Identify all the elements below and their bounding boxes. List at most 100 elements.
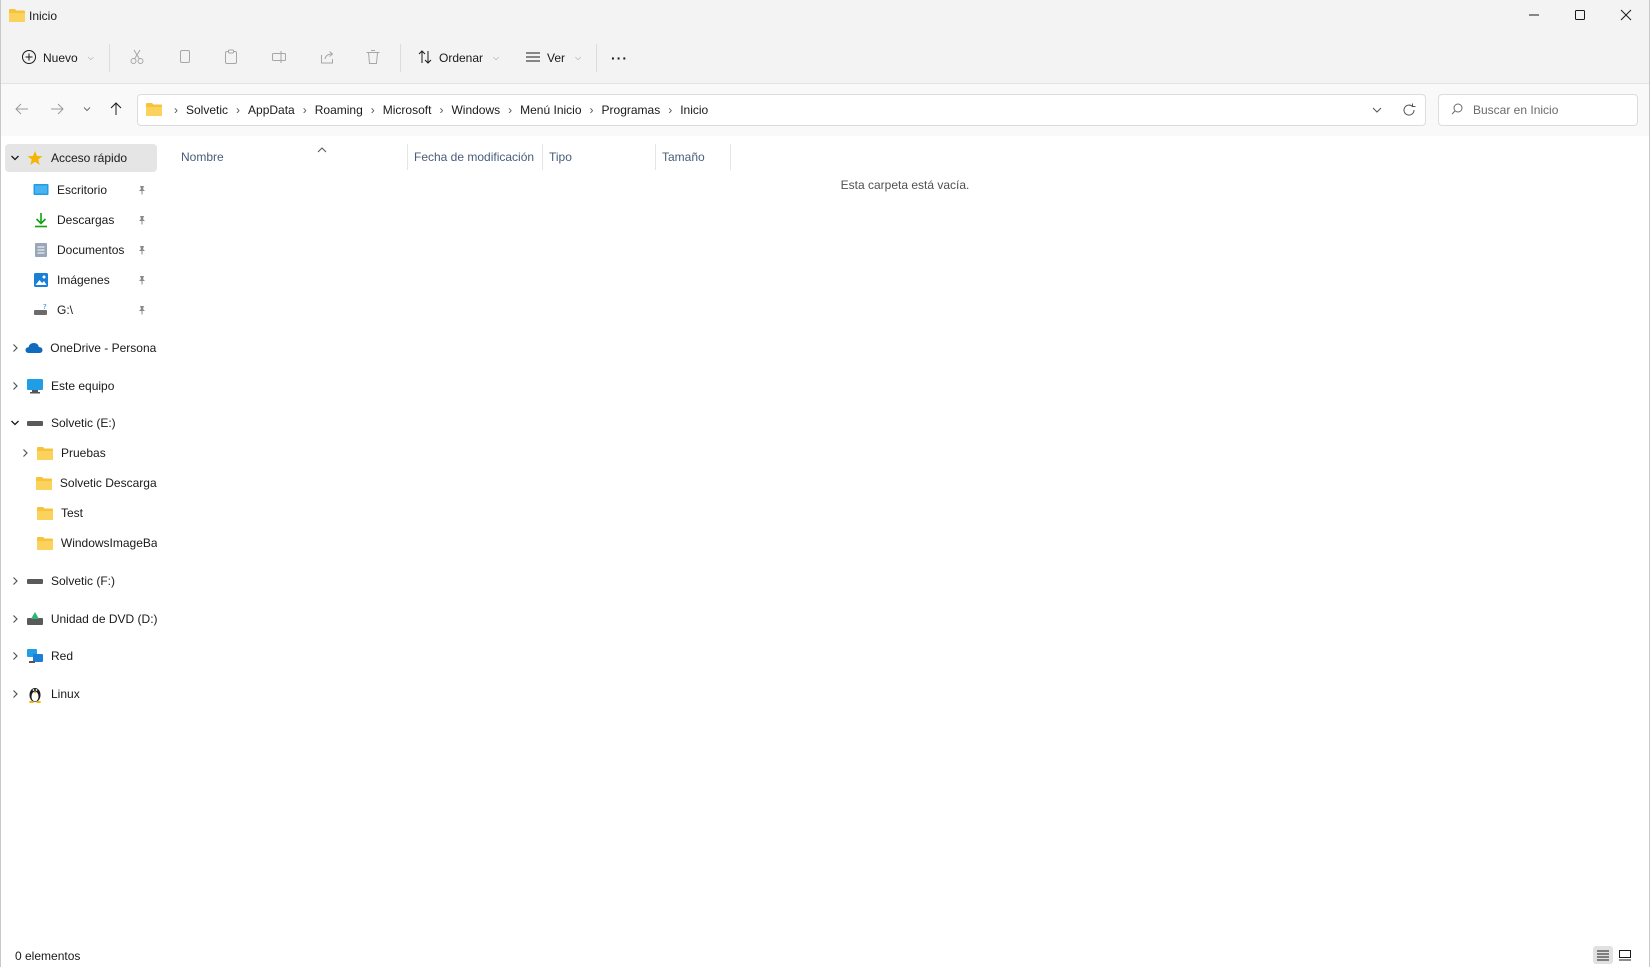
- chevron-down-icon[interactable]: [5, 153, 25, 163]
- chevron-right-icon[interactable]: ›: [371, 103, 375, 117]
- up-button[interactable]: [105, 99, 127, 121]
- address-history-button[interactable]: [1361, 104, 1393, 116]
- column-header-size[interactable]: Tamaño: [656, 144, 730, 170]
- column-divider[interactable]: [730, 144, 731, 170]
- search-icon: [1451, 103, 1463, 118]
- nav-network-drive-g[interactable]: ? G:\: [31, 296, 157, 324]
- pin-icon[interactable]: [137, 244, 147, 258]
- forward-button[interactable]: [46, 99, 68, 121]
- rename-button[interactable]: [271, 44, 287, 72]
- nav-drive-f[interactable]: Solvetic (F:): [5, 567, 157, 595]
- clipboard-icon: [223, 49, 239, 68]
- copy-icon: [177, 49, 193, 68]
- more-options-button[interactable]: ···: [611, 44, 628, 72]
- breadcrumb-item[interactable]: Roaming: [315, 103, 363, 117]
- chevron-right-icon[interactable]: ›: [236, 103, 240, 117]
- recent-locations-button[interactable]: [76, 99, 98, 121]
- close-button[interactable]: [1603, 0, 1649, 30]
- paste-button[interactable]: [223, 44, 239, 72]
- copy-button[interactable]: [177, 44, 193, 72]
- chevron-right-icon[interactable]: ›: [439, 103, 443, 117]
- view-button[interactable]: Ver ⌵: [525, 44, 581, 72]
- details-view-button[interactable]: [1593, 946, 1613, 964]
- column-header-name[interactable]: Nombre: [175, 144, 407, 170]
- linux-penguin-icon: [25, 685, 45, 703]
- address-bar[interactable]: › Solvetic › AppData › Roaming › Microso…: [137, 94, 1426, 126]
- column-header-date-modified[interactable]: Fecha de modificación: [408, 144, 542, 170]
- chevron-down-icon[interactable]: [5, 418, 25, 428]
- large-icons-view-button[interactable]: [1615, 946, 1635, 964]
- document-icon: [31, 241, 51, 259]
- nav-folder-windowsimagebackup[interactable]: WindowsImageBa: [35, 529, 157, 557]
- navigation-pane: Acceso rápido Escritorio Descargas Docum…: [1, 140, 161, 940]
- search-placeholder: Buscar en Inicio: [1473, 103, 1559, 117]
- chevron-right-icon[interactable]: [5, 576, 25, 586]
- nav-label: Documentos: [57, 243, 125, 257]
- divider: [596, 44, 597, 72]
- sort-button[interactable]: Ordenar ⌵: [417, 44, 499, 72]
- nav-documents[interactable]: Documentos: [31, 236, 157, 264]
- breadcrumb-item[interactable]: Microsoft: [383, 103, 432, 117]
- nav-label: Solvetic (F:): [51, 574, 116, 588]
- nav-folder-solvetic-descargas[interactable]: Solvetic Descargas: [35, 469, 157, 497]
- nav-label: Solvetic Descargas: [59, 476, 157, 490]
- new-button[interactable]: Nuevo ⌵: [21, 44, 94, 72]
- back-button[interactable]: [11, 99, 33, 121]
- nav-downloads[interactable]: Descargas: [31, 206, 157, 234]
- share-button[interactable]: [319, 44, 335, 72]
- chevron-right-icon[interactable]: ›: [303, 103, 307, 117]
- search-box[interactable]: Buscar en Inicio: [1438, 94, 1638, 126]
- computer-icon: [25, 377, 45, 395]
- breadcrumb-item[interactable]: Menú Inicio: [520, 103, 581, 117]
- chevron-right-icon[interactable]: [5, 343, 25, 353]
- view-list-icon: [525, 49, 541, 68]
- nav-label: Pruebas: [61, 446, 106, 460]
- pin-icon[interactable]: [137, 214, 147, 228]
- chevron-right-icon[interactable]: ›: [174, 103, 178, 117]
- column-header-type[interactable]: Tipo: [543, 144, 655, 170]
- breadcrumb-item[interactable]: Programas: [602, 103, 661, 117]
- nav-drive-e[interactable]: Solvetic (E:): [5, 409, 157, 437]
- chevron-right-icon[interactable]: [15, 448, 35, 458]
- nav-pictures[interactable]: Imágenes: [31, 266, 157, 294]
- nav-this-pc[interactable]: Este equipo: [5, 372, 157, 400]
- chevron-down-icon: ⌵: [493, 53, 500, 62]
- pin-icon[interactable]: [137, 184, 147, 198]
- nav-label: Solvetic (E:): [51, 416, 116, 430]
- arrow-right-icon: [50, 102, 64, 119]
- breadcrumb-item[interactable]: Solvetic: [186, 103, 228, 117]
- pin-icon[interactable]: [137, 304, 147, 318]
- nav-folder-test[interactable]: Test: [35, 499, 157, 527]
- cut-button[interactable]: [129, 44, 145, 72]
- maximize-button[interactable]: [1557, 0, 1603, 30]
- divider: [400, 44, 401, 72]
- empty-folder-message: Esta carpeta está vacía.: [840, 178, 970, 192]
- pin-icon[interactable]: [137, 274, 147, 288]
- nav-linux[interactable]: Linux: [5, 680, 157, 708]
- delete-button[interactable]: [365, 44, 381, 72]
- column-label: Nombre: [181, 150, 224, 164]
- minimize-button[interactable]: [1511, 0, 1557, 30]
- nav-onedrive[interactable]: OneDrive - Personal: [5, 334, 157, 362]
- chevron-down-icon: [1372, 107, 1382, 113]
- window-controls: [1511, 0, 1649, 30]
- breadcrumb-item[interactable]: Windows: [451, 103, 500, 117]
- nav-desktop[interactable]: Escritorio: [31, 176, 157, 204]
- chevron-right-icon[interactable]: [5, 651, 25, 661]
- nav-network[interactable]: Red: [5, 642, 157, 670]
- breadcrumb-item[interactable]: Inicio: [680, 103, 708, 117]
- chevron-right-icon[interactable]: ›: [508, 103, 512, 117]
- chevron-right-icon[interactable]: [5, 689, 25, 699]
- nav-folder-pruebas[interactable]: Pruebas: [15, 439, 157, 467]
- chevron-right-icon[interactable]: [5, 614, 25, 624]
- nav-label: Este equipo: [51, 379, 115, 393]
- nav-dvd-drive[interactable]: Unidad de DVD (D:): [5, 605, 157, 633]
- sort-label: Ordenar: [439, 51, 484, 65]
- chevron-right-icon[interactable]: ›: [668, 103, 672, 117]
- chevron-right-icon[interactable]: [5, 381, 25, 391]
- nav-quick-access[interactable]: Acceso rápido: [5, 144, 157, 172]
- chevron-right-icon[interactable]: ›: [590, 103, 594, 117]
- refresh-button[interactable]: [1393, 103, 1425, 117]
- breadcrumb-item[interactable]: AppData: [248, 103, 295, 117]
- nav-label: Imágenes: [57, 273, 110, 287]
